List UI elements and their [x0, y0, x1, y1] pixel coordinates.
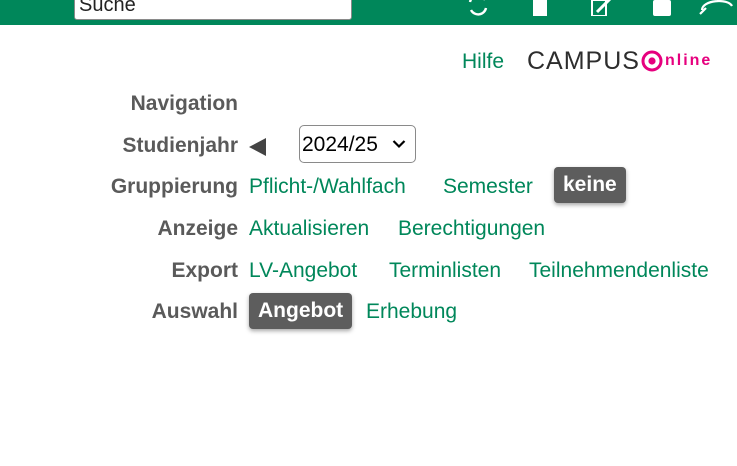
gruppierung-row: Gruppierung Pflicht-/Wahlfach Semester k…	[0, 167, 737, 204]
auswahl-erhebung-link[interactable]: Erhebung	[366, 295, 457, 329]
auswahl-label: Auswahl	[151, 300, 238, 323]
export-row: Export LV-Angebot Terminlisten Teilnehme…	[0, 254, 737, 288]
edit-icon[interactable]	[589, 0, 613, 16]
teilnehmendenliste-link[interactable]: Teilnehmendenliste	[529, 254, 709, 288]
berechtigungen-link[interactable]: Berechtigungen	[398, 212, 545, 246]
aktualisieren-link[interactable]: Aktualisieren	[249, 212, 369, 246]
studienjahr-selected-value: 2024/25	[302, 133, 378, 156]
auswahl-row: Auswahl Angebot Erhebung	[0, 293, 737, 329]
chat-icon[interactable]	[698, 0, 737, 16]
logo-o-mark	[641, 50, 663, 72]
studienjahr-label: Studienjahr	[122, 134, 238, 157]
auswahl-angebot-active[interactable]: Angebot	[249, 293, 353, 329]
chevron-down-icon	[392, 140, 406, 149]
navigation-row: Navigation	[0, 87, 737, 121]
export-label: Export	[171, 259, 238, 282]
anzeige-row: Anzeige Aktualisieren Berechtigungen	[0, 212, 737, 246]
gruppierung-option-keine-active[interactable]: keine	[554, 167, 626, 203]
gruppierung-option-pflicht-wahlfach[interactable]: Pflicht-/Wahlfach	[249, 170, 406, 204]
gruppierung-label: Gruppierung	[110, 175, 238, 198]
anzeige-label: Anzeige	[157, 217, 238, 240]
campusonline-logo: CAMPUS nline	[527, 46, 713, 75]
studienjahr-select[interactable]: 2024/25	[299, 125, 416, 163]
briefcase-icon[interactable]	[650, 0, 674, 16]
help-link[interactable]: Hilfe	[462, 50, 504, 74]
refresh-icon[interactable]	[466, 0, 490, 16]
terminlisten-link[interactable]: Terminlisten	[389, 254, 501, 288]
top-bar	[0, 0, 737, 25]
gruppierung-option-semester[interactable]: Semester	[443, 170, 533, 204]
home-icon[interactable]	[528, 0, 552, 16]
lv-angebot-link[interactable]: LV-Angebot	[249, 254, 357, 288]
previous-year-icon[interactable]	[249, 138, 266, 156]
search-input[interactable]	[74, 0, 352, 20]
navigation-label: Navigation	[130, 92, 238, 115]
